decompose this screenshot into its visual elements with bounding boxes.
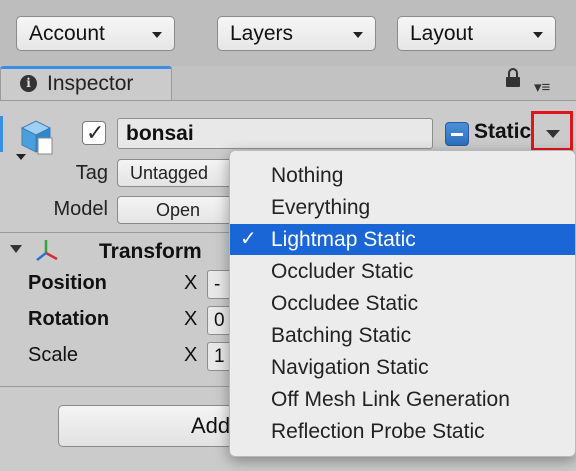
rotation-x-label[interactable]: X — [184, 308, 197, 331]
layers-label: Layers — [230, 22, 294, 45]
menu-item-lightmap-static[interactable]: ✓ Lightmap Static — [230, 224, 575, 255]
tab-inspector[interactable]: i Inspector — [0, 66, 172, 100]
chevron-down-icon — [546, 130, 560, 138]
chevron-down-icon — [152, 32, 162, 38]
tag-value: Untagged — [130, 163, 209, 183]
menu-item-label: Batching Static — [271, 324, 412, 347]
menu-item-reflection-probe-static[interactable]: Reflection Probe Static — [230, 416, 575, 447]
menu-item-everything[interactable]: Everything — [230, 192, 575, 223]
menu-item-navigation-static[interactable]: Navigation Static — [230, 352, 575, 383]
selection-indicator — [0, 116, 3, 152]
menu-item-occludee-static[interactable]: Occludee Static — [230, 288, 575, 319]
account-label: Account — [29, 22, 105, 45]
menu-item-label: Off Mesh Link Generation — [271, 388, 510, 411]
static-label: Static — [474, 120, 532, 143]
add-component-label: Add — [191, 413, 231, 438]
menu-item-label: Navigation Static — [271, 356, 429, 379]
checkmark-icon: ✓ — [86, 120, 105, 145]
layout-dropdown[interactable]: Layout — [397, 16, 556, 51]
account-dropdown[interactable]: Account — [16, 16, 175, 51]
menu-item-label: Everything — [271, 196, 371, 219]
menu-item-batching-static[interactable]: Batching Static — [230, 320, 575, 351]
toolbar: Account Layers Layout — [0, 0, 576, 66]
static-dropdown-button[interactable] — [531, 111, 573, 151]
info-icon: i — [20, 75, 37, 92]
layers-dropdown[interactable]: Layers — [217, 16, 376, 51]
transform-title: Transform — [99, 240, 202, 263]
menu-item-label: Nothing — [271, 164, 344, 187]
gameobject-name-input[interactable]: bonsai — [117, 118, 433, 149]
scale-x-label[interactable]: X — [184, 344, 197, 367]
list-menu-icon[interactable]: ▾≡ — [534, 78, 550, 96]
lock-icon[interactable] — [506, 68, 520, 88]
menu-item-label: Reflection Probe Static — [271, 420, 485, 443]
static-flags-menu: Nothing Everything ✓ Lightmap Static Occ… — [229, 150, 576, 457]
tag-label: Tag — [75, 162, 108, 184]
menu-item-nothing[interactable]: Nothing — [230, 160, 575, 191]
tag-dropdown[interactable]: Untagged — [117, 159, 247, 187]
menu-item-label: Lightmap Static — [271, 228, 416, 251]
menu-item-off-mesh-link-generation[interactable]: Off Mesh Link Generation — [230, 384, 575, 415]
transform-icon — [34, 237, 60, 263]
position-label: Position — [28, 272, 107, 294]
model-open-label: Open — [156, 200, 201, 220]
tab-inspector-label: Inspector — [47, 72, 134, 95]
chevron-down-icon — [353, 32, 363, 38]
checkmark-icon: ✓ — [240, 228, 257, 250]
foldout-arrow-icon[interactable] — [10, 245, 22, 253]
menu-item-label: Occluder Static — [271, 260, 414, 283]
gameobject-icon[interactable] — [16, 118, 56, 162]
chevron-down-icon — [533, 32, 543, 38]
scale-label: Scale — [28, 344, 79, 366]
position-x-label[interactable]: X — [184, 272, 197, 295]
rotation-label: Rotation — [28, 308, 110, 330]
mixed-state-icon — [451, 133, 463, 136]
menu-item-label: Occludee Static — [271, 292, 419, 315]
chevron-down-icon — [16, 154, 26, 160]
menu-item-occluder-static[interactable]: Occluder Static — [230, 256, 575, 287]
model-open-button[interactable]: Open — [117, 196, 247, 224]
static-checkbox[interactable] — [445, 122, 469, 146]
layout-label: Layout — [410, 22, 474, 45]
active-checkbox[interactable]: ✓ — [82, 120, 106, 145]
model-label: Model — [53, 198, 108, 220]
